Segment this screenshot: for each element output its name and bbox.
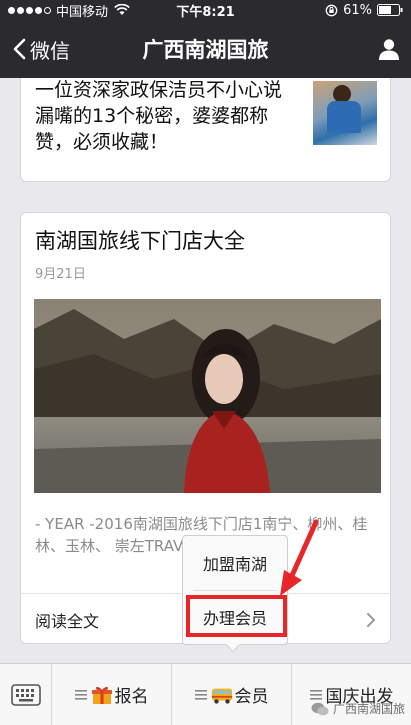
navigation-bar: 微信 广西南湖国旅 xyxy=(0,20,411,78)
wechat-article-screen: 中国移动 下午8:21 61% 微信 广西南湖国旅 一位资深家政保洁员不小心说漏… xyxy=(0,0,411,725)
menu-tab-signup-label: 报名 xyxy=(114,687,149,707)
status-bar: 中国移动 下午8:21 61% xyxy=(0,0,411,20)
read-full-article-label: 阅读全文 xyxy=(35,611,100,631)
article-cover-image xyxy=(34,299,381,493)
submenu-item-membership[interactable]: 办理会员 xyxy=(183,592,287,642)
menu-tab-member[interactable]: 会员 xyxy=(172,664,292,725)
menu-lines-icon xyxy=(194,689,207,700)
bus-icon xyxy=(211,688,232,704)
gift-icon xyxy=(91,686,112,704)
signal-strength-icon xyxy=(8,6,51,14)
battery-icon xyxy=(377,4,403,16)
person-icon xyxy=(379,39,399,60)
battery-percent: 61% xyxy=(343,2,372,18)
chevron-right-icon xyxy=(367,612,376,627)
chevron-left-icon xyxy=(13,38,26,60)
submenu-caret-icon xyxy=(226,644,240,652)
keyboard-icon xyxy=(10,683,41,706)
article-title: 南湖国旅线下门店大全 xyxy=(35,229,245,253)
profile-button[interactable] xyxy=(367,20,411,78)
keyboard-toggle-button[interactable] xyxy=(0,664,52,725)
menu-lines-icon xyxy=(309,689,322,700)
menu-tab-signup[interactable]: 报名 xyxy=(52,664,172,725)
wifi-icon xyxy=(114,4,130,15)
menu-lines-icon xyxy=(74,689,87,700)
previous-article-title: 一位资深家政保洁员不小心说漏嘴的13个秘密，婆婆都称赞，必须收藏！ xyxy=(35,79,283,153)
carrier-name: 中国移动 xyxy=(56,4,109,20)
article-date: 9月21日 xyxy=(35,267,86,282)
previous-article-card[interactable]: 一位资深家政保洁员不小心说漏嘴的13个秘密，婆婆都称赞，必须收藏！ xyxy=(20,78,391,182)
menu-tab-national-day-label: 国庆出发 xyxy=(325,687,394,707)
back-label: 微信 xyxy=(30,38,70,63)
rotation-lock-icon xyxy=(325,4,338,16)
submenu-popup: 加盟南湖 办理会员 xyxy=(182,535,288,645)
submenu-item-join[interactable]: 加盟南湖 xyxy=(183,538,287,588)
previous-article-thumbnail xyxy=(313,81,377,145)
menu-tab-national-day[interactable]: 国庆出发 xyxy=(292,664,411,725)
menu-tab-member-label: 会员 xyxy=(234,687,269,707)
custom-menu-bar: 报名 会员 国庆出发 xyxy=(0,663,411,725)
submenu-divider xyxy=(193,590,277,591)
back-button[interactable]: 微信 xyxy=(0,20,70,78)
